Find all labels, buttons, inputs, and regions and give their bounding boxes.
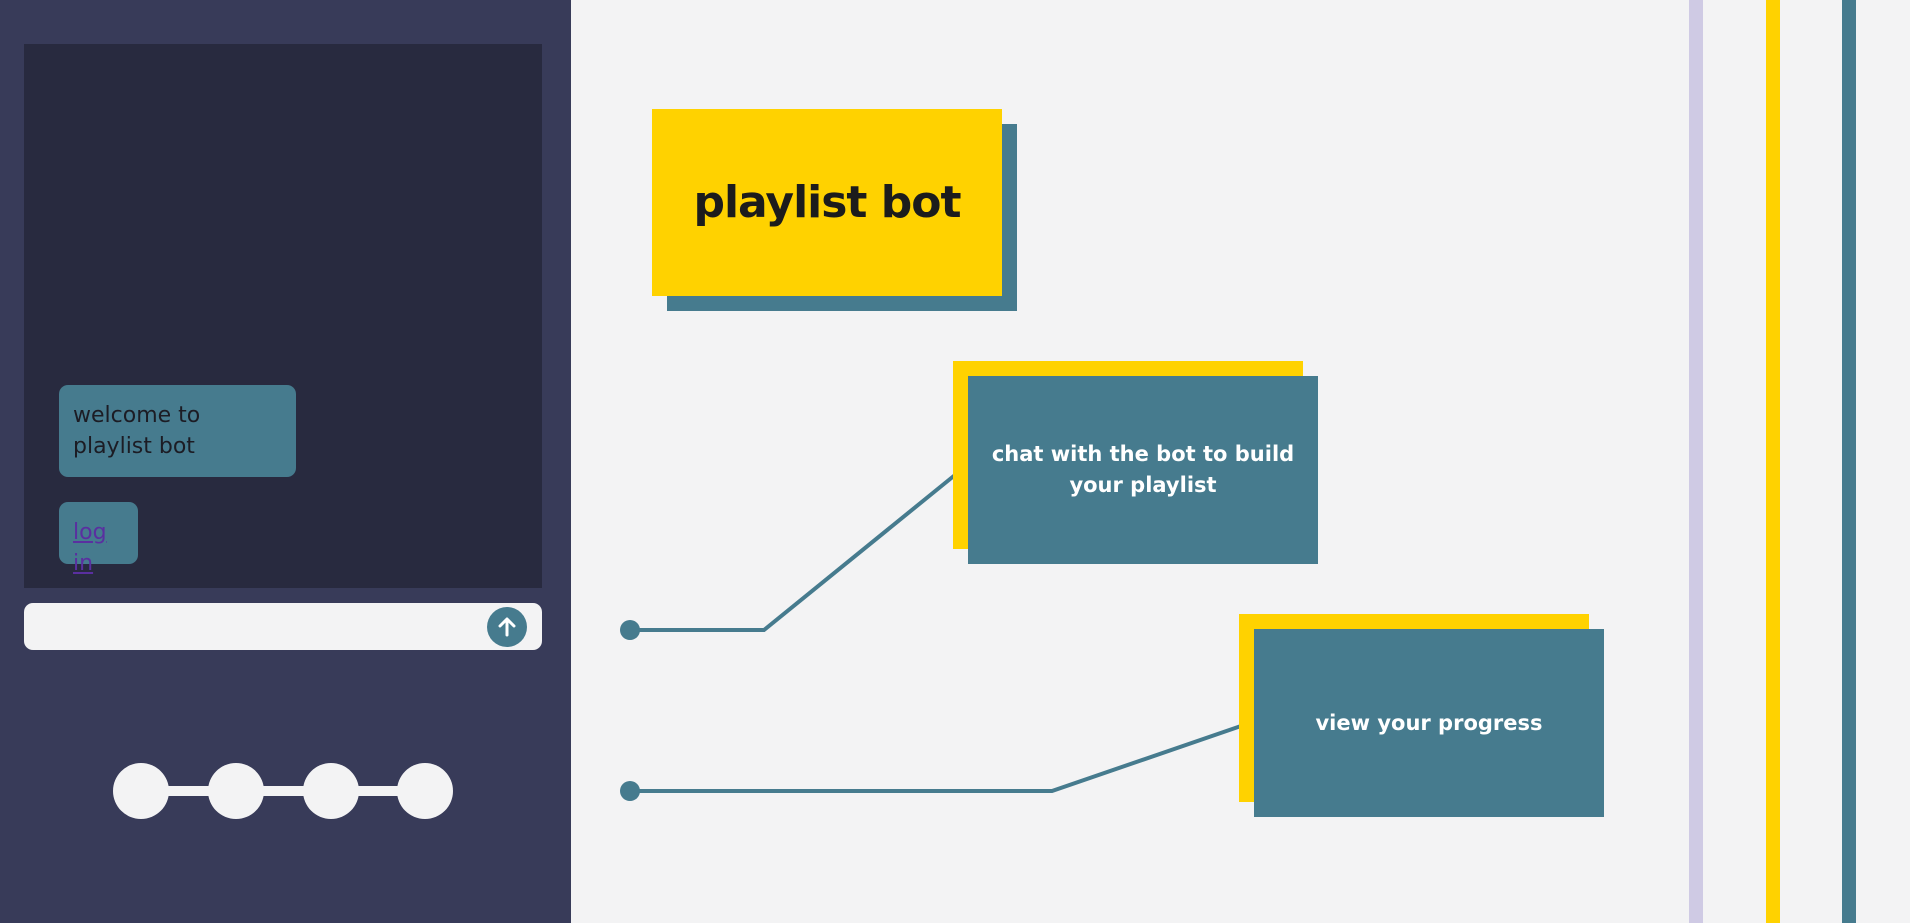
progress-card-label: view your progress	[1315, 710, 1543, 735]
progress-card[interactable]: view your progress	[1254, 629, 1604, 817]
connector-chat	[630, 473, 957, 632]
connector-chat-dot	[620, 620, 640, 640]
connector-progress-dot	[620, 781, 640, 801]
title-card: playlist bot	[652, 109, 1002, 296]
page-title: playlist bot	[693, 177, 961, 228]
connector-progress	[630, 724, 1242, 793]
page: welcome to playlist bot log in playlist …	[0, 0, 1910, 923]
decorative-stripe-lavender	[1689, 0, 1703, 923]
decorative-stripe-teal	[1842, 0, 1856, 923]
decorative-stripe-yellow	[1766, 0, 1780, 923]
chat-card-label: chat with the bot to build your playlist	[991, 442, 1295, 497]
chat-card[interactable]: chat with the bot to build your playlist	[968, 376, 1318, 564]
